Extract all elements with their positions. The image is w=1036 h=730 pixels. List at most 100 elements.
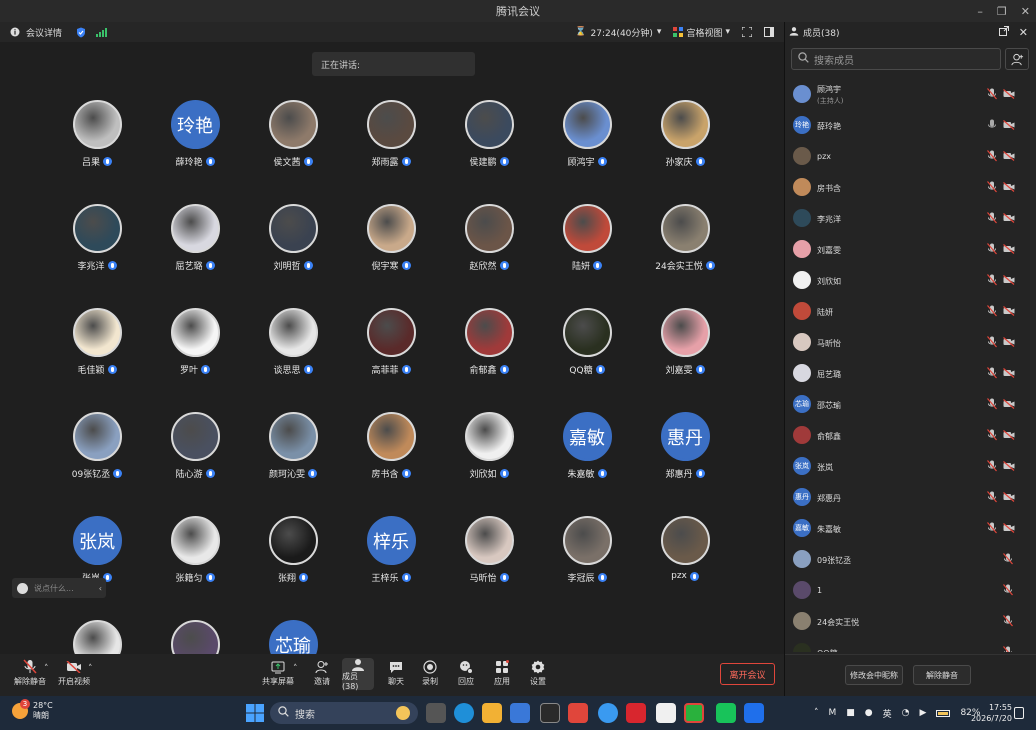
member-row[interactable]: 房书含 xyxy=(785,173,1036,201)
mic-off-icon[interactable] xyxy=(987,212,997,224)
mic-off-icon[interactable] xyxy=(987,398,997,410)
member-row[interactable]: 刘嘉雯 xyxy=(785,235,1036,263)
camera-off-icon[interactable] xyxy=(1003,368,1015,378)
participant-tile[interactable]: 刘明哲 xyxy=(248,204,338,294)
mic-icon[interactable]: ● xyxy=(865,708,873,718)
mic-off-icon[interactable] xyxy=(1003,553,1013,565)
cloud-drive-icon[interactable] xyxy=(598,703,618,723)
chevron-up-icon[interactable]: ˄ xyxy=(293,664,298,674)
camera-off-icon[interactable] xyxy=(1003,337,1015,347)
participant-tile[interactable]: 24会实王悦 xyxy=(640,204,730,294)
restore-icon[interactable]: ❐ xyxy=(997,5,1007,18)
battery-icon[interactable] xyxy=(936,709,951,717)
mic-off-icon[interactable] xyxy=(1003,615,1013,627)
chevron-up-icon[interactable]: ˄ xyxy=(88,664,93,674)
windows-start-icon[interactable] xyxy=(246,704,266,724)
participant-tile[interactable]: 芯瑜 xyxy=(248,620,338,654)
member-row[interactable]: QQ糖 xyxy=(785,638,1036,652)
participant-tile[interactable]: pzx xyxy=(640,516,730,606)
member-row[interactable]: 俞郁鑫 xyxy=(785,421,1036,449)
participant-tile[interactable]: 李兆洋 xyxy=(52,204,142,294)
participant-tile[interactable]: 张籍匀 xyxy=(150,516,240,606)
participant-tile[interactable]: 张翔 xyxy=(248,516,338,606)
participant-tile[interactable]: 刘嘉雯 xyxy=(640,308,730,398)
mic-off-icon[interactable] xyxy=(1003,646,1013,652)
mic-off-icon[interactable] xyxy=(987,243,997,255)
participant-tile[interactable]: 赵欣然 xyxy=(444,204,534,294)
participant-tile[interactable] xyxy=(150,620,240,654)
rename-button[interactable]: 修改会中昵称 xyxy=(845,665,903,685)
close-icon[interactable]: ✕ xyxy=(1019,26,1028,39)
participant-tile[interactable]: 顾鸿宇 xyxy=(542,100,632,190)
grid-view-button[interactable]: 宫格视图 ▾ xyxy=(673,26,730,39)
member-row[interactable]: 09张钇丞 xyxy=(785,545,1036,573)
app-icon[interactable] xyxy=(568,703,588,723)
member-row[interactable]: 李兆洋 xyxy=(785,204,1036,232)
participant-tile[interactable]: 09张钇丞 xyxy=(52,412,142,502)
participant-tile[interactable]: 嘉敏 朱嘉敏 xyxy=(542,412,632,502)
add-member-button[interactable] xyxy=(1005,48,1029,70)
emoji-icon[interactable] xyxy=(17,582,28,594)
member-search-input[interactable]: 搜索成员 xyxy=(791,48,1001,70)
taskbar-clock[interactable]: 17:55 2026/7/20 xyxy=(968,702,1012,724)
participant-tile[interactable] xyxy=(52,620,142,654)
participant-tile[interactable]: 陆心游 xyxy=(150,412,240,502)
mic-off-icon[interactable] xyxy=(987,367,997,379)
member-row[interactable]: 1 xyxy=(785,576,1036,604)
member-row[interactable]: 24会实王悦 xyxy=(785,607,1036,635)
camera-off-icon[interactable] xyxy=(1003,89,1015,99)
tencent-meeting-icon[interactable] xyxy=(744,703,764,723)
edge-browser-icon[interactable] xyxy=(454,703,474,723)
invite-button[interactable]: 邀请 xyxy=(302,658,342,687)
camera-off-icon[interactable] xyxy=(1003,523,1015,533)
app-icon[interactable] xyxy=(656,703,676,723)
camera-off-icon[interactable] xyxy=(1003,306,1015,316)
record-button[interactable]: 录制 xyxy=(410,658,450,687)
participant-tile[interactable]: 梓乐 王梓乐 xyxy=(346,516,436,606)
camera-off-icon[interactable] xyxy=(1003,182,1015,192)
participant-tile[interactable]: 谈思思 xyxy=(248,308,338,398)
participant-tile[interactable]: 李冠辰 xyxy=(542,516,632,606)
participant-tile[interactable]: 惠丹 郑惠丹 xyxy=(640,412,730,502)
member-row[interactable]: 陆妍 xyxy=(785,297,1036,325)
participant-tile[interactable]: 俞郁鑫 xyxy=(444,308,534,398)
mic-on-icon[interactable] xyxy=(987,119,997,131)
participant-tile[interactable]: QQ糖 xyxy=(542,308,632,398)
participant-tile[interactable]: 罗叶 xyxy=(150,308,240,398)
participant-tile[interactable]: 颜珂沁雯 xyxy=(248,412,338,502)
camera-off-icon[interactable] xyxy=(1003,399,1015,409)
meeting-info[interactable]: 会议详情 xyxy=(0,26,108,39)
mic-off-icon[interactable] xyxy=(987,305,997,317)
app-tray-icon[interactable]: M xyxy=(829,708,837,718)
camera-off-icon[interactable] xyxy=(1003,275,1015,285)
network-icon[interactable]: ■ xyxy=(846,708,855,718)
participant-tile[interactable]: 陆妍 xyxy=(542,204,632,294)
participant-tile[interactable]: 倪宇寒 xyxy=(346,204,436,294)
chat-app-icon[interactable] xyxy=(716,703,736,723)
member-row[interactable]: 顾鸿宇 (主持人) xyxy=(785,80,1036,108)
mic-off-icon[interactable] xyxy=(987,429,997,441)
participant-tile[interactable]: 马昕怡 xyxy=(444,516,534,606)
apps-button[interactable]: 应用 xyxy=(482,658,522,687)
member-row[interactable]: 刘欣如 xyxy=(785,266,1036,294)
participant-tile[interactable]: 侯文茜 xyxy=(248,100,338,190)
member-row[interactable]: 嘉敏 朱嘉敏 xyxy=(785,514,1036,542)
share-screen-button[interactable]: 共享屏幕 xyxy=(258,658,298,687)
task-view-icon[interactable] xyxy=(426,703,446,723)
participant-tile[interactable]: 侯建鹏 xyxy=(444,100,534,190)
mic-off-icon[interactable] xyxy=(1003,584,1013,596)
minimize-icon[interactable]: – xyxy=(977,5,983,18)
mic-off-icon[interactable] xyxy=(987,88,997,100)
participant-tile[interactable]: 玲艳 薛玲艳 xyxy=(150,100,240,190)
leave-meeting-button[interactable]: 离开会议 xyxy=(720,663,775,685)
camera-off-icon[interactable] xyxy=(1003,492,1015,502)
mic-off-icon[interactable] xyxy=(987,522,997,534)
participant-tile[interactable]: 刘欣如 xyxy=(444,412,534,502)
members-button[interactable]: 成员(38) xyxy=(342,658,374,691)
participant-tile[interactable]: 屈艺璐 xyxy=(150,204,240,294)
chevron-left-icon[interactable]: ‹ xyxy=(99,584,102,593)
member-row[interactable]: 马昕怡 xyxy=(785,328,1036,356)
popout-icon[interactable] xyxy=(998,25,1009,39)
participant-tile[interactable]: 房书含 xyxy=(346,412,436,502)
weather-widget[interactable]: 3 28°C 晴朗 xyxy=(12,699,53,721)
